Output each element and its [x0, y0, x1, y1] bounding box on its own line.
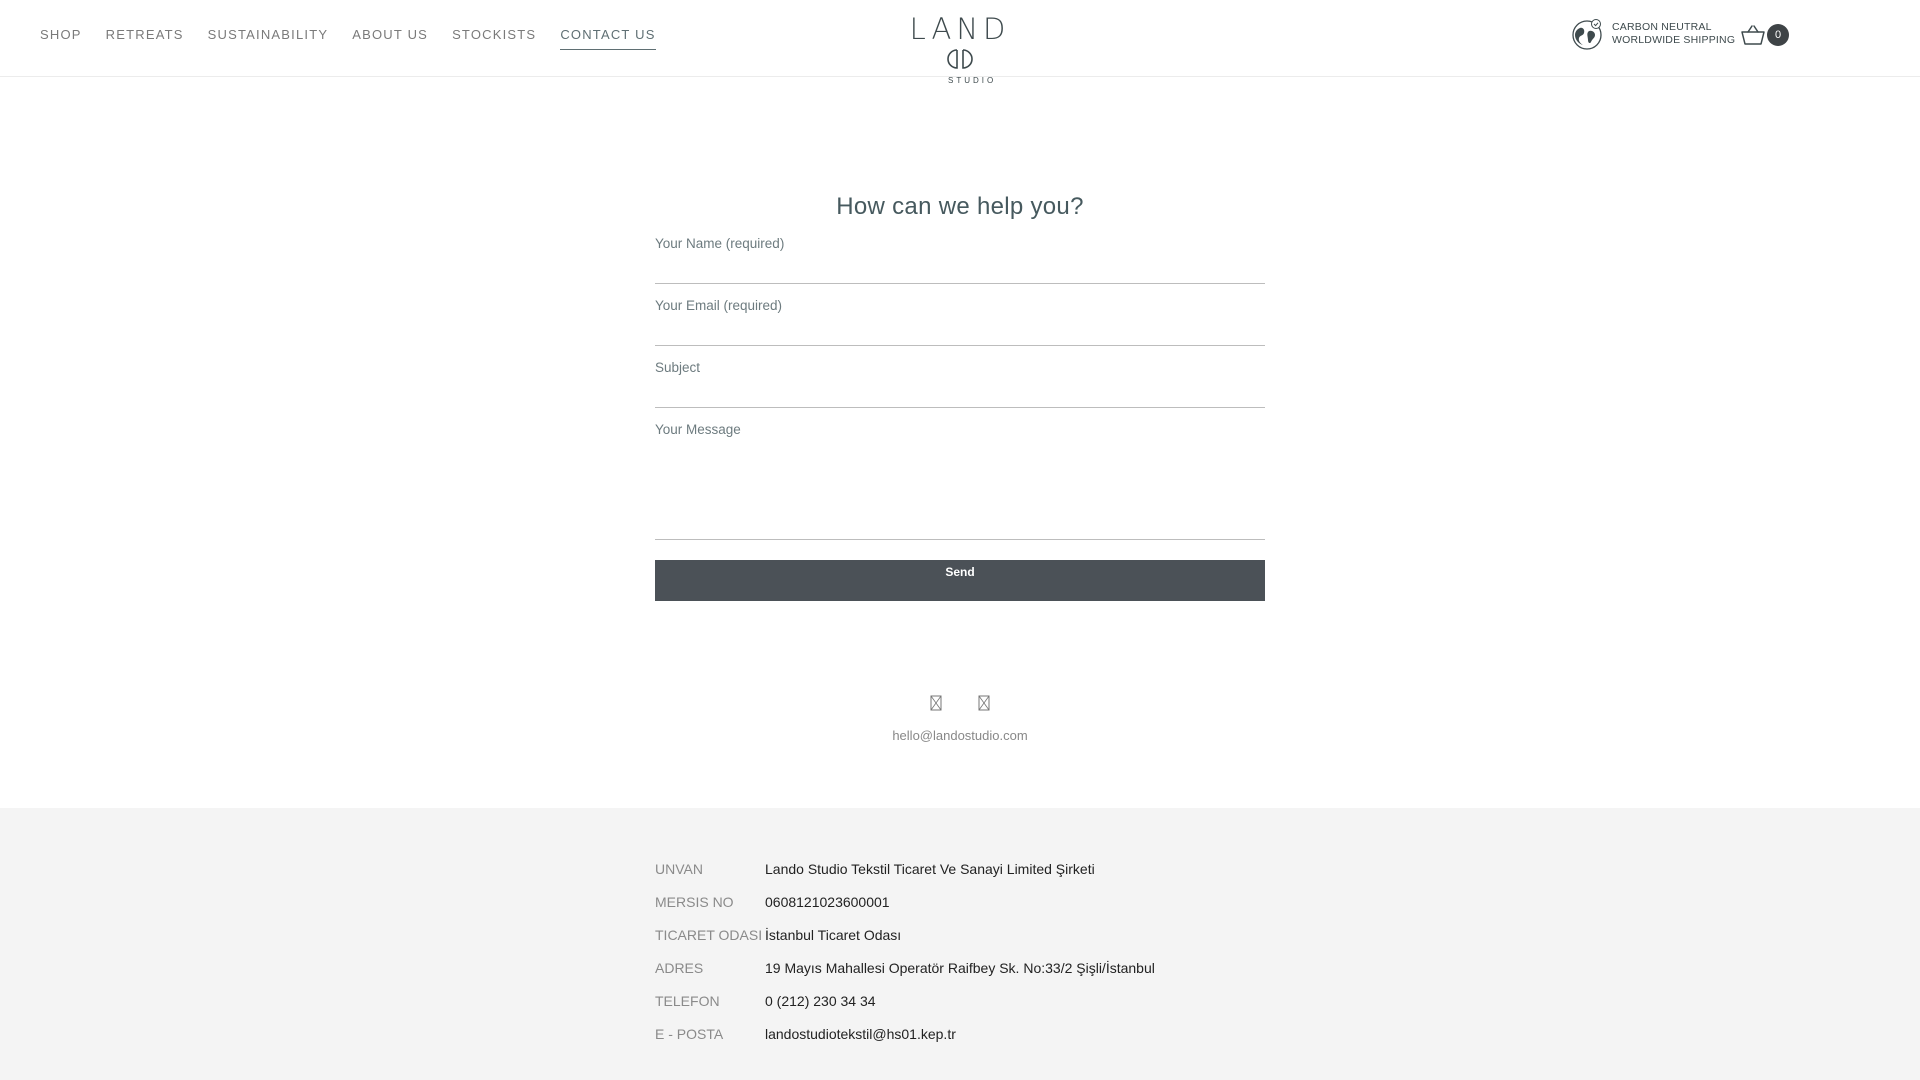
info-value: 0608121023600001 — [765, 894, 890, 910]
info-key: ADRES — [655, 960, 704, 976]
message-textarea[interactable] — [655, 438, 1265, 540]
send-button[interactable]: Send — [655, 560, 1265, 601]
email-label: Your Email (required) — [655, 298, 783, 313]
carbon-neutral-badge[interactable]: CARBON NEUTRAL WORLDWIDE SHIPPING — [1571, 18, 1735, 50]
info-key: TELEFON — [655, 993, 720, 1009]
globe-icon — [1572, 19, 1602, 50]
cart-button[interactable]: 0 — [1740, 24, 1789, 46]
company-info-footer: UNVAN Lando Studio Tekstil Ticaret Ve Sa… — [0, 808, 1920, 1080]
subject-label: Subject — [655, 360, 701, 375]
nav-shop[interactable]: SHOP — [40, 26, 82, 50]
info-row: ADRES 19 Mayıs Mahallesi Operatör Raifbe… — [655, 959, 1155, 992]
broken-glyph-icon[interactable] — [978, 695, 990, 711]
contact-email-link[interactable]: hello@landostudio.com — [760, 728, 1160, 743]
info-row: UNVAN Lando Studio Tekstil Ticaret Ve Sa… — [655, 860, 1155, 893]
logo-oo-mark — [947, 49, 973, 69]
broken-glyph-icon[interactable] — [930, 695, 942, 711]
logo-wordmark: LAND — [904, 14, 1016, 74]
social-links — [930, 695, 990, 711]
message-label: Your Message — [655, 422, 741, 437]
info-value: 0 (212) 230 34 34 — [765, 993, 876, 1009]
nav-sustainability[interactable]: SUSTAINABILITY — [208, 26, 329, 50]
info-row: TELEFON 0 (212) 230 34 34 — [655, 992, 1155, 1025]
subject-field-group: Subject — [655, 360, 1265, 408]
info-key: MERSIS NO — [655, 894, 734, 910]
info-row: TICARET ODASI İstanbul Ticaret Odası — [655, 926, 1155, 959]
info-value: 19 Mayıs Mahallesi Operatör Raifbey Sk. … — [765, 960, 1155, 976]
company-info-table: UNVAN Lando Studio Tekstil Ticaret Ve Sa… — [655, 860, 1155, 1058]
form-title: How can we help you? — [836, 193, 1084, 220]
info-value[interactable]: landostudiotekstil@hs01.kep.tr — [765, 1025, 956, 1043]
basket-icon — [1741, 25, 1765, 45]
info-key: E - POSTA — [655, 1026, 724, 1042]
info-key: UNVAN — [655, 861, 703, 877]
carbon-line-2: WORLDWIDE SHIPPING — [1612, 34, 1736, 46]
subject-input[interactable] — [655, 376, 1265, 408]
info-key: TICARET ODASI — [655, 927, 763, 943]
carbon-neutral-text: CARBON NEUTRAL WORLDWIDE SHIPPING — [1612, 21, 1735, 47]
main-nav: SHOP RETREATS SUSTAINABILITY ABOUT US ST… — [40, 26, 680, 50]
site-logo[interactable]: LAND STUDIO — [904, 14, 1016, 85]
nav-retreats[interactable]: RETREATS — [106, 26, 184, 50]
info-value: Lando Studio Tekstil Ticaret Ve Sanayi L… — [765, 861, 1095, 877]
site-header: SHOP RETREATS SUSTAINABILITY ABOUT US ST… — [0, 0, 1920, 85]
nav-contact-us[interactable]: CONTACT US — [560, 26, 656, 50]
name-input[interactable] — [655, 252, 1265, 284]
logo-subtitle: STUDIO — [948, 76, 997, 85]
carbon-line-1: CARBON NEUTRAL — [1612, 21, 1712, 33]
info-row: MERSIS NO 0608121023600001 — [655, 893, 1155, 926]
contact-form: How can we help you? Your Name (required… — [655, 190, 1265, 601]
name-label: Your Name (required) — [655, 236, 785, 251]
nav-about-us[interactable]: ABOUT US — [352, 26, 428, 50]
info-value: İstanbul Ticaret Odası — [765, 927, 902, 943]
name-field-group: Your Name (required) — [655, 236, 1265, 284]
email-field-group: Your Email (required) — [655, 298, 1265, 346]
info-row: E - POSTA landostudiotekstil@hs01.kep.tr — [655, 1025, 1155, 1058]
message-field-group: Your Message — [655, 422, 1265, 540]
nav-stockists[interactable]: STOCKISTS — [452, 26, 536, 50]
logo-text: LAND — [909, 12, 1011, 46]
cart-count-badge: 0 — [1767, 24, 1789, 46]
email-input[interactable] — [655, 314, 1265, 346]
